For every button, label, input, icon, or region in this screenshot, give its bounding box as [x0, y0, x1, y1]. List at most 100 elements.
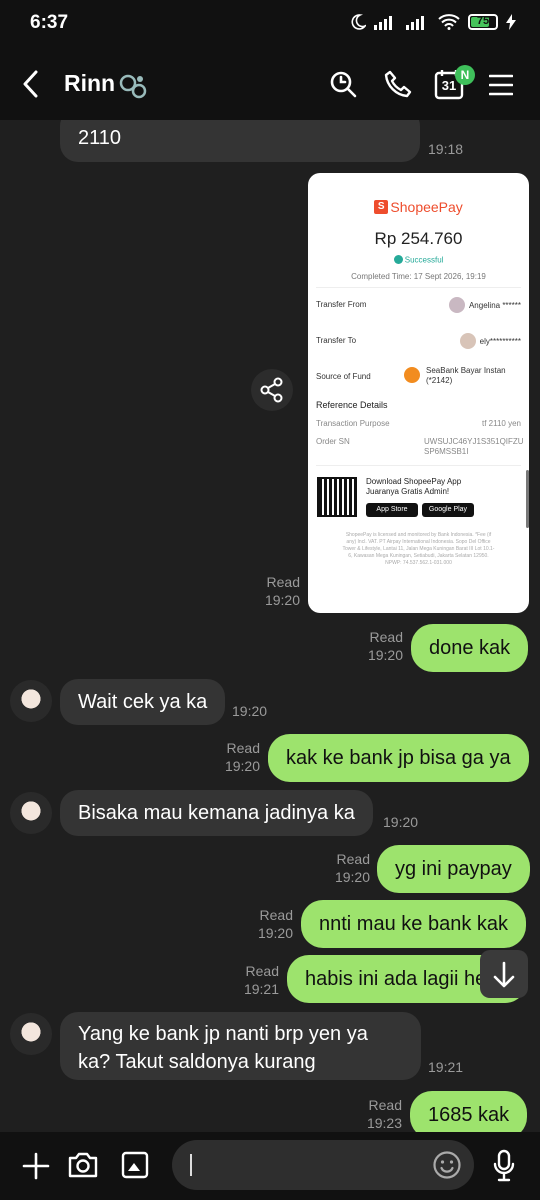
download-title: Download ShopeePay App — [366, 477, 462, 486]
status-time: 6:37 — [30, 12, 69, 33]
message-bubble-in[interactable]: Bisaka mau kemana jadinya ka — [60, 790, 373, 836]
message-bubble-out[interactable]: 1685 kak — [410, 1091, 528, 1132]
avatar — [448, 297, 465, 313]
text-caret — [190, 1154, 192, 1176]
message-bubble-out[interactable]: kak ke bank jp bisa ga ya — [268, 734, 529, 782]
message-text: kak ke bank jp bisa ga ya — [286, 747, 511, 769]
message-meta: Read 19:20 — [233, 906, 293, 942]
reference-title: Reference Details — [316, 400, 388, 410]
order-row: Order SN UWSUJC46YJ1S351QIFZU SP6MSSB1I — [316, 437, 524, 456]
contact-avatar[interactable] — [10, 792, 52, 834]
read-receipt: Read — [226, 740, 260, 756]
chat-area[interactable]: 2110 19:18 Read 19:20 S ShopeePay Rp 254… — [0, 120, 540, 1132]
avatar — [459, 333, 476, 349]
transfer-to-row: Transfer To ely********** — [316, 333, 521, 349]
read-receipt: Read — [336, 851, 370, 867]
scrollbar — [526, 470, 529, 528]
message-time: 19:20 — [383, 814, 419, 830]
message-text: 1685 kak — [428, 1104, 510, 1126]
qr-code — [317, 477, 357, 517]
menu-icon[interactable] — [489, 74, 513, 96]
message-time: 19:20 — [264, 592, 300, 608]
receipt-footer: ShopeePay is licensed and monitored by B… — [342, 532, 495, 566]
read-receipt: Read — [369, 629, 403, 645]
read-receipt: Read — [245, 963, 279, 979]
download-subtitle: Juaranya Gratis Admin! — [366, 487, 450, 496]
message-bubble-out[interactable]: yg ini paypay — [377, 845, 530, 893]
shopeepay-logo: S ShopeePay — [308, 199, 529, 215]
message-meta: Read 19:20 — [310, 850, 370, 886]
search-icon[interactable] — [329, 70, 357, 98]
google-play-label: Google Play — [428, 506, 468, 513]
bubbles-icon — [119, 74, 147, 99]
message-bubble-out[interactable]: done kak — [411, 624, 529, 672]
divider — [316, 287, 521, 288]
receipt-status: Successful — [308, 255, 529, 265]
seabank-icon — [404, 367, 420, 383]
message-time: 19:23 — [366, 1115, 402, 1131]
message-input[interactable] — [172, 1140, 474, 1190]
battery-icon: 75 — [468, 14, 498, 30]
app-store-label: App Store — [376, 506, 408, 513]
signal-icon-2 — [406, 16, 424, 30]
message-bubble-in[interactable]: Wait cek ya ka — [60, 679, 226, 725]
arrow-down-icon — [493, 961, 515, 988]
emoji-icon[interactable] — [432, 1150, 462, 1180]
phone-icon[interactable] — [384, 70, 412, 98]
message-bubble-out[interactable]: nnti mau ke bank kak — [301, 900, 526, 948]
input-bar — [0, 1132, 540, 1200]
contact-avatar[interactable] — [10, 1013, 52, 1055]
microphone-icon[interactable] — [492, 1149, 516, 1183]
status-icons: 75 — [350, 14, 516, 30]
shopee-bag-icon: S — [374, 200, 389, 214]
message-text: Wait cek ya ka — [78, 691, 208, 713]
order-value: UWSUJC46YJ1S351QIFZU SP6MSSB1I — [424, 437, 524, 456]
transfer-from-row: Transfer From Angelina ****** — [316, 297, 521, 313]
charging-icon — [506, 14, 516, 30]
receipt-brand: ShopeePay — [390, 199, 463, 215]
message-bubble-in[interactable]: Yang ke bank jp nanti brp yen ya ka? Tak… — [60, 1012, 421, 1080]
purpose-value: tf 2110 yen — [482, 419, 521, 428]
status-bar: 6:37 75 — [0, 0, 540, 48]
app-store-badge: App Store — [366, 503, 418, 517]
receipt-completed: Completed Time: 17 Sept 2026, 19:19 — [351, 272, 486, 281]
chat-header: Rinn 31 N — [0, 48, 540, 120]
plus-icon[interactable] — [22, 1152, 50, 1180]
message-meta: Read 19:20 — [343, 628, 403, 664]
read-receipt: Read — [259, 907, 293, 923]
read-receipt: Read — [266, 574, 300, 590]
read-receipt: Read — [368, 1097, 402, 1113]
message-text: Bisaka mau kemana jadinya ka — [78, 802, 355, 824]
receipt-amount: Rp 254.760 — [374, 229, 463, 248]
message-text: yg ini paypay — [395, 858, 512, 880]
message-time: 19:20 — [334, 869, 370, 885]
transfer-to-label: Transfer To — [316, 336, 357, 345]
purpose-row: Transaction Purpose tf 2110 yen — [316, 419, 521, 428]
back-arrow-icon[interactable] — [22, 70, 38, 98]
message-meta: Read 19:20 — [240, 573, 300, 609]
signal-icon — [374, 16, 392, 30]
message-time: 19:20 — [367, 647, 403, 663]
message-bubble-in[interactable]: 2110 — [60, 120, 420, 162]
message-meta: Read 19:21 — [219, 962, 279, 998]
source-of-fund-label: Source of Fund — [316, 372, 371, 381]
scroll-to-bottom-button[interactable] — [480, 950, 528, 998]
message-time: 19:20 — [224, 758, 260, 774]
notification-badge: N — [455, 65, 475, 85]
chat-title[interactable]: Rinn — [64, 70, 115, 97]
purpose-label: Transaction Purpose — [316, 419, 390, 428]
message-text: habis ini ada lagii hehe — [305, 968, 509, 990]
receipt-image[interactable]: S ShopeePay Rp 254.760 Successful Comple… — [308, 173, 529, 613]
contact-avatar[interactable] — [10, 680, 52, 722]
transfer-from-label: Transfer From — [316, 300, 367, 309]
divider — [316, 465, 521, 466]
image-icon[interactable] — [121, 1151, 149, 1179]
message-time: 19:21 — [428, 1059, 464, 1075]
message-time: 19:18 — [428, 141, 464, 157]
camera-icon[interactable] — [67, 1150, 99, 1180]
source-of-fund-value: SeaBank Bayar Instan (*2142) — [426, 366, 506, 385]
message-text: done kak — [429, 637, 511, 659]
google-play-badge: Google Play — [422, 503, 474, 517]
share-button[interactable] — [251, 369, 293, 411]
source-of-fund-row: Source of Fund SeaBank Bayar Instan (*21… — [316, 366, 521, 385]
